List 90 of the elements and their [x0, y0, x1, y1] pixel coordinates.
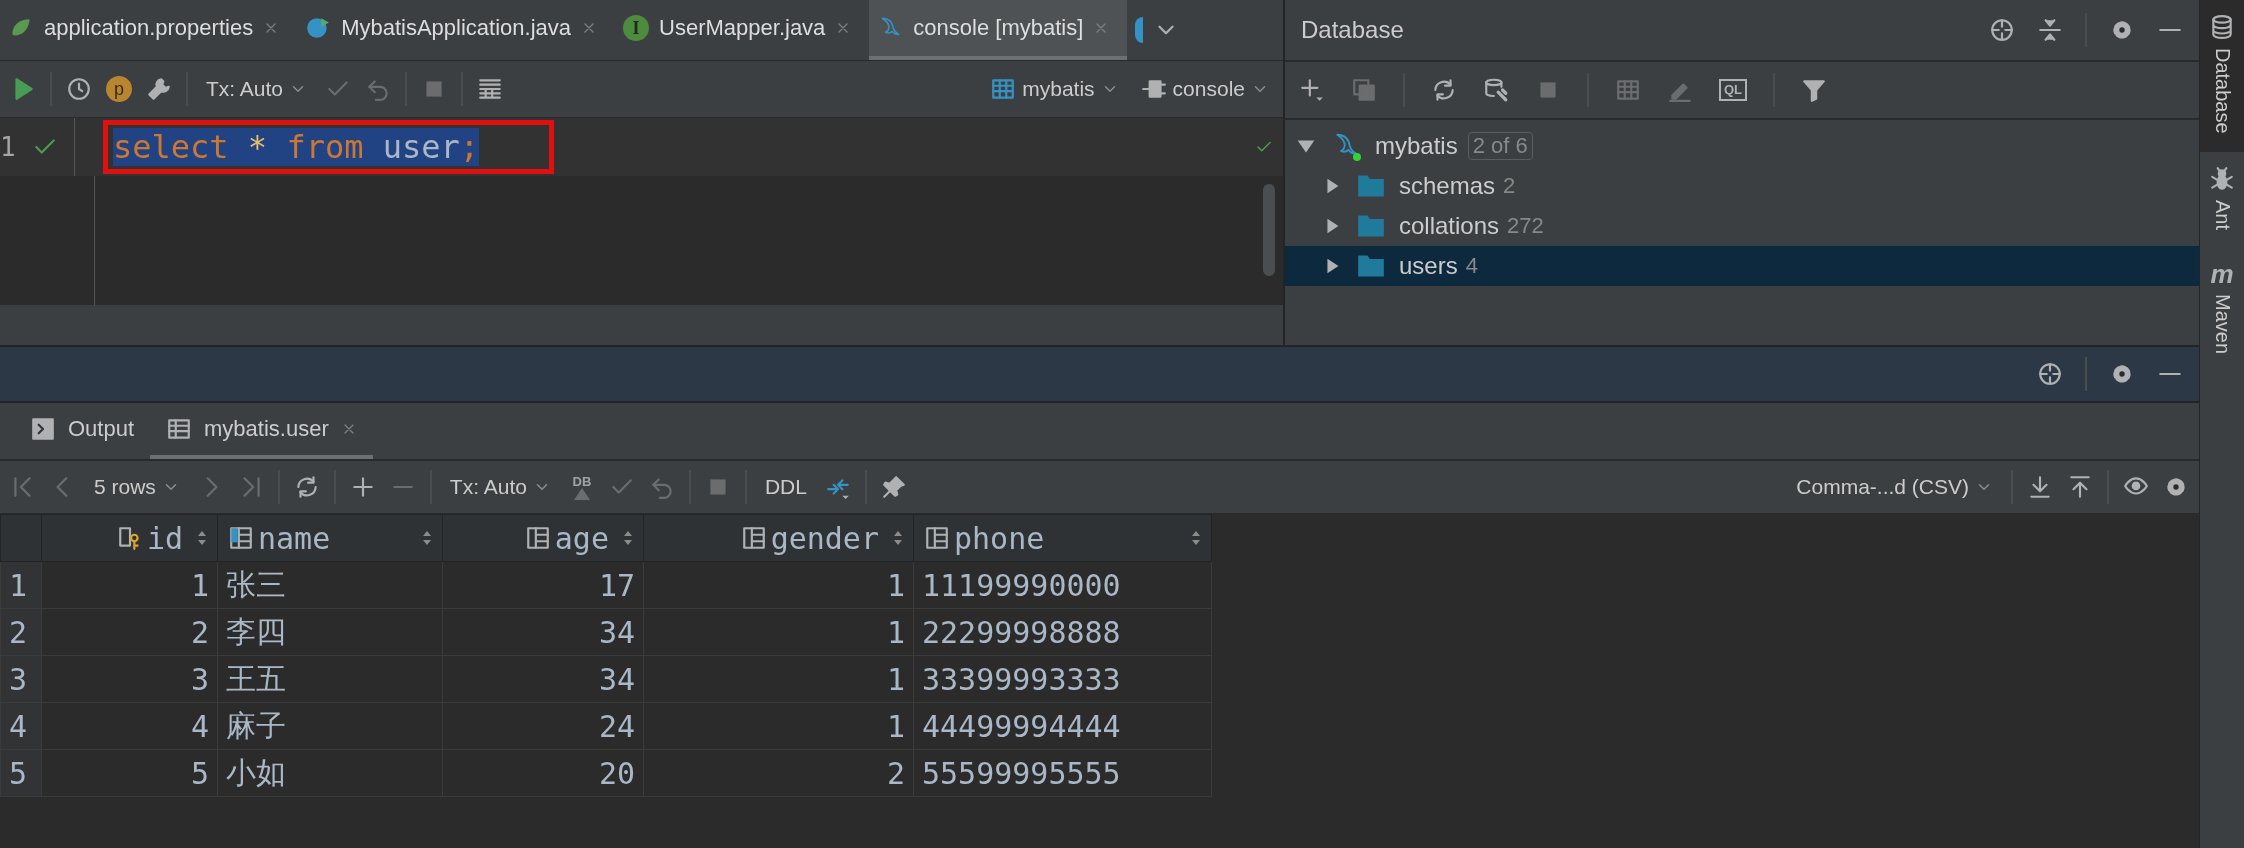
column-header[interactable]: age [442, 514, 644, 562]
table-cell: 34 [442, 608, 644, 656]
sort-icon[interactable] [893, 530, 903, 546]
row-number: 3 [0, 655, 42, 703]
table-layout-icon[interactable] [477, 76, 504, 102]
editor-tab[interactable]: I UserMapper.java [615, 0, 870, 60]
tab-icon[interactable] [1135, 17, 1144, 43]
table-cell: 11199990000 [913, 561, 1212, 609]
profile-badge[interactable]: p [106, 76, 132, 102]
datasource-icon [990, 76, 1017, 102]
crosshair-icon[interactable] [2037, 361, 2063, 387]
table-cell: 1 [643, 561, 914, 609]
column-header[interactable]: id [41, 514, 218, 562]
history-icon[interactable] [66, 76, 92, 102]
table-cell: 李四 [217, 608, 443, 656]
ant-icon [2209, 165, 2235, 192]
pin-icon[interactable] [880, 474, 907, 500]
count-badge: 2 of 6 [1467, 132, 1533, 160]
sort-icon[interactable] [623, 530, 633, 546]
editor-tab[interactable]: application.properties [0, 0, 298, 60]
table-cell: 2 [643, 749, 914, 797]
row-number: 5 [0, 749, 42, 797]
class-icon [305, 15, 332, 41]
item-count: 272 [1507, 213, 1544, 239]
table-cell: 55599995555 [913, 749, 1212, 797]
table-cell: 22299998888 [913, 608, 1212, 656]
table-cell: 麻子 [217, 702, 443, 750]
sort-icon[interactable] [422, 530, 432, 546]
dropdown[interactable]: Tx: Auto [445, 473, 555, 501]
tree-item[interactable]: mybatis 2 of 6 [1285, 126, 2199, 166]
filter-icon[interactable] [1801, 77, 1828, 103]
table-cell: 2 [41, 608, 218, 656]
table-cell: 34 [442, 655, 644, 703]
table-cell: 3 [41, 655, 218, 703]
export-format-dropdown[interactable]: Comma-...d (CSV) [1792, 473, 1997, 501]
row-number: 1 [0, 561, 42, 609]
maven-icon: m [2210, 261, 2234, 286]
upload-icon[interactable] [2067, 474, 2093, 500]
table-cell: 24 [442, 702, 644, 750]
tree-item[interactable]: collations 272 [1285, 206, 2199, 246]
table-cell: 1 [643, 608, 914, 656]
table-cell: 1 [41, 561, 218, 609]
table-cell: 20 [442, 749, 644, 797]
table-cell: 17 [442, 561, 644, 609]
query-console-icon[interactable]: QL [1719, 79, 1748, 101]
terminal-icon [30, 416, 56, 442]
table-cell: 王五 [217, 655, 443, 703]
column-header[interactable]: phone [913, 514, 1212, 562]
table-cell: 1 [643, 702, 914, 750]
table-cell: 44499994444 [913, 702, 1212, 750]
table-cell: 5 [41, 749, 218, 797]
column-header[interactable]: name [217, 514, 443, 562]
crosshair-icon[interactable] [1989, 17, 2015, 43]
panel-title: Database [1301, 16, 1404, 44]
line-number: 1 [0, 132, 17, 162]
wrench-icon[interactable] [146, 76, 172, 102]
tool-window-tab[interactable]: m Maven [2200, 247, 2244, 372]
ddl-button[interactable]: DDL [760, 473, 811, 501]
column-header[interactable]: gender [643, 514, 914, 562]
table-cell: 4 [41, 702, 218, 750]
tool-window-tab[interactable]: Database [2200, 0, 2244, 152]
scrollbar-thumb[interactable] [1263, 184, 1275, 276]
tree-item[interactable]: users 4 [1285, 246, 2199, 286]
tool-window-tab[interactable]: Ant [2200, 151, 2244, 248]
collapse-icon[interactable] [2037, 17, 2063, 43]
table-cell: 33399993333 [913, 655, 1212, 703]
table-cell: 1 [643, 655, 914, 703]
add-icon[interactable] [1299, 77, 1325, 103]
editor-tab[interactable]: console [mybatis] [869, 0, 1128, 60]
sort-icon[interactable] [197, 530, 207, 546]
item-count: 4 [1465, 253, 1478, 279]
item-count: 2 [1503, 173, 1516, 199]
download-icon[interactable] [2027, 474, 2053, 500]
sort-icon[interactable] [1191, 530, 1201, 546]
database-wrench-icon[interactable] [1483, 77, 1509, 103]
session-dropdown[interactable]: console [1136, 74, 1273, 104]
editor-tab[interactable]: MybatisApplication.java [297, 0, 616, 60]
tree-item[interactable]: schemas 2 [1285, 166, 2199, 206]
table-cell: 张三 [217, 561, 443, 609]
dropdown[interactable]: 5 rows [90, 473, 184, 501]
row-number: 2 [0, 608, 42, 656]
table-icon [166, 416, 193, 442]
row-number: 4 [0, 702, 42, 750]
interface-icon: I [623, 15, 650, 41]
transaction-dropdown[interactable]: Tx: Auto [202, 75, 312, 103]
datasource-dropdown[interactable]: mybatis [986, 74, 1123, 104]
refresh-icon[interactable] [1431, 77, 1457, 103]
table-cell: 小如 [217, 749, 443, 797]
results-tab[interactable]: Output [14, 403, 151, 459]
database-icon [2209, 14, 2235, 40]
